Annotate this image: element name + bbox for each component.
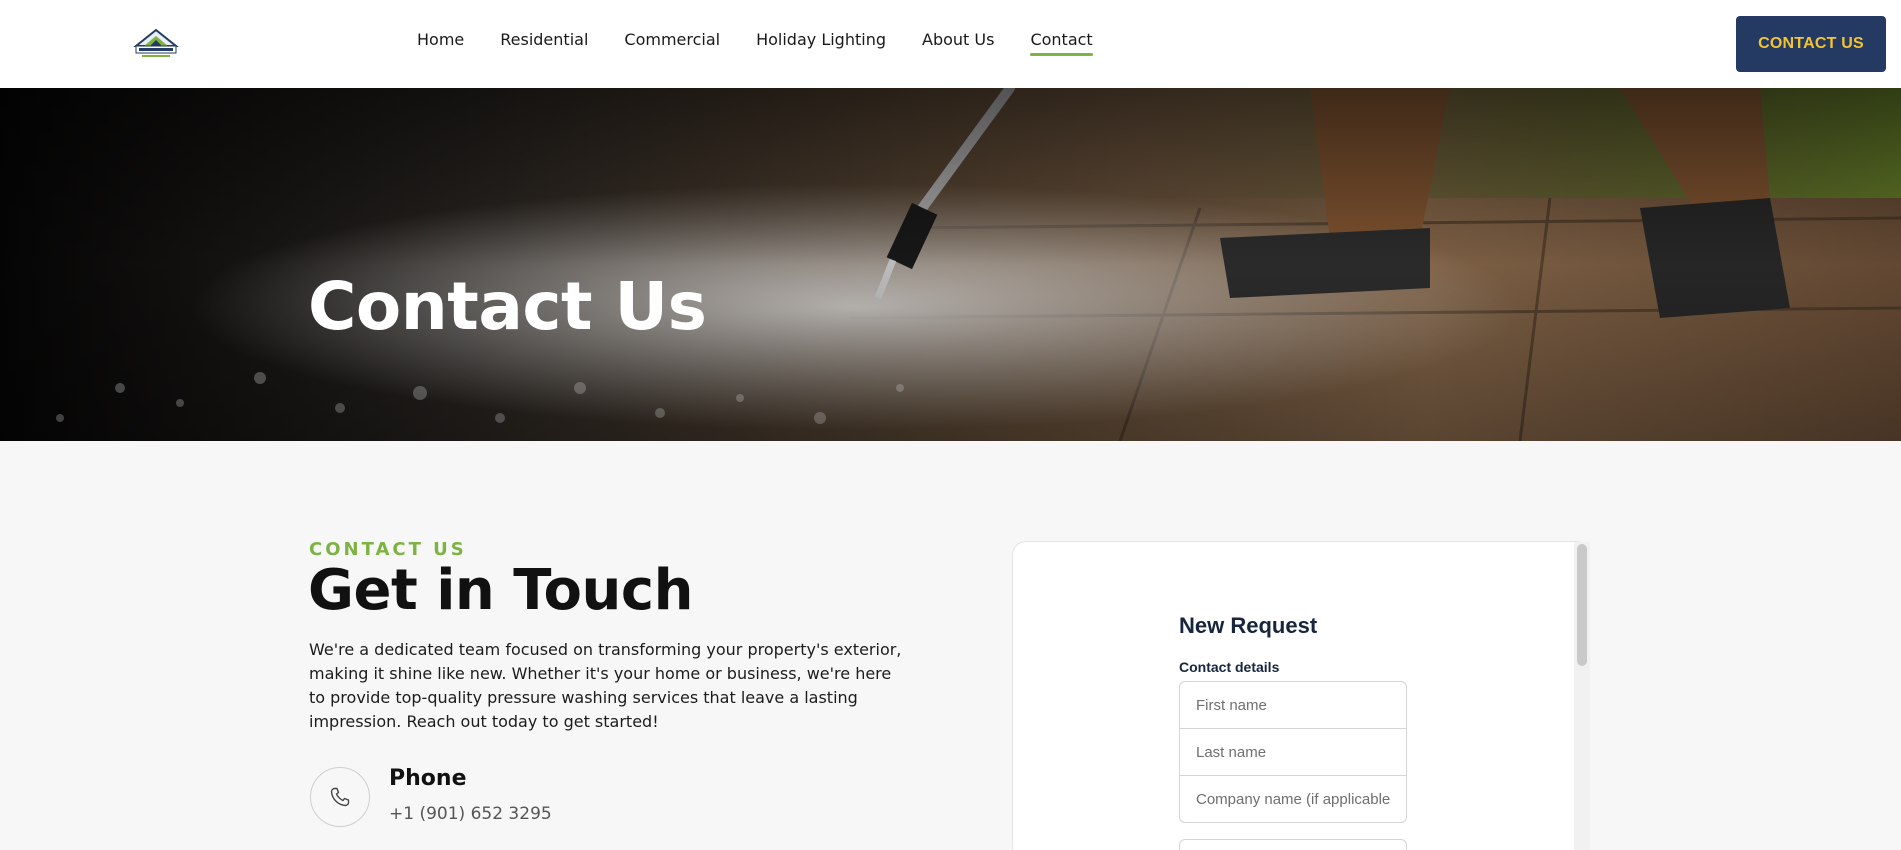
section-eyebrow: CONTACT US [309,539,467,560]
first-name-input[interactable] [1179,681,1407,729]
site-header: Home Residential Commercial Holiday Ligh… [0,0,1901,88]
hero-background-image [0,88,1901,441]
phone-icon [330,787,350,807]
nav-holiday-lighting[interactable]: Holiday Lighting [756,30,886,53]
section-heading: Get in Touch [308,558,693,623]
company-logo[interactable] [130,26,182,62]
contact-details-label: Contact details [1179,659,1280,675]
main-nav: Home Residential Commercial Holiday Ligh… [417,30,1129,56]
contact-us-button[interactable]: CONTACT US [1736,16,1886,72]
nav-home[interactable]: Home [417,30,464,53]
nav-commercial[interactable]: Commercial [624,30,720,53]
form-scrollbar-thumb[interactable] [1577,544,1587,666]
phone-icon-circle[interactable] [310,767,370,827]
hero-title: Contact Us [308,268,707,345]
phone-number[interactable]: +1 (901) 652 3295 [389,804,552,824]
last-name-input[interactable] [1179,728,1407,776]
nav-residential[interactable]: Residential [500,30,588,53]
logo-mark-icon [133,28,179,57]
nav-about-us[interactable]: About Us [922,30,994,53]
nav-contact[interactable]: Contact [1030,30,1093,56]
hero-banner: Contact Us [0,88,1901,441]
phone-label: Phone [389,766,467,791]
next-form-input[interactable] [1179,839,1407,850]
intro-paragraph: We're a dedicated team focused on transf… [309,640,902,731]
company-name-input[interactable] [1179,775,1407,823]
form-title: New Request [1179,613,1318,638]
